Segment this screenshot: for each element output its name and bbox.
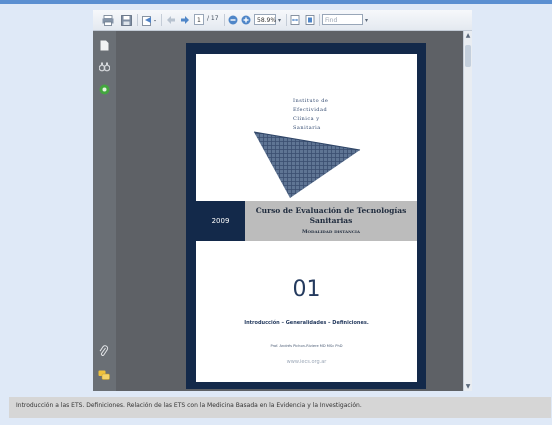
find-input[interactable]: Find bbox=[322, 14, 363, 25]
comments-icon[interactable] bbox=[98, 369, 110, 381]
toolbar-separator bbox=[161, 14, 162, 26]
toolbar-separator bbox=[286, 14, 287, 26]
zoom-dropdown-icon[interactable]: ▾ bbox=[276, 13, 283, 27]
institute-logo-text: Instituto de Efectividad Clínica y Sanit… bbox=[293, 97, 328, 133]
module-number: 01 bbox=[292, 277, 321, 302]
toolbar-separator bbox=[137, 14, 138, 26]
course-title-line: Curso de Evaluación de Tecnologías bbox=[255, 206, 407, 215]
institute-line: Clínica y bbox=[293, 116, 320, 122]
toolbar-separator bbox=[319, 14, 320, 26]
save-icon[interactable] bbox=[119, 13, 133, 27]
course-modality: Modalidad distancia bbox=[302, 229, 360, 235]
page-number-input[interactable]: 1 bbox=[194, 14, 204, 25]
course-title-band: 2009 Curso de Evaluación de Tecnologías … bbox=[196, 201, 417, 241]
caption-text: Introducción a las ETS. Definiciones. Re… bbox=[16, 402, 362, 409]
page-total-label: / 17 bbox=[207, 15, 219, 22]
prev-page-icon[interactable] bbox=[165, 13, 177, 27]
pdf-viewer: 1 / 17 58.9% ▾ Find ▾ Instituto de Efect… bbox=[93, 10, 472, 391]
top-accent-line bbox=[0, 0, 552, 4]
institute-line: Efectividad bbox=[293, 107, 328, 113]
pdf-page: Instituto de Efectividad Clínica y Sanit… bbox=[186, 43, 426, 389]
document-area[interactable]: Instituto de Efectividad Clínica y Sanit… bbox=[116, 31, 463, 391]
course-year: 2009 bbox=[196, 201, 245, 241]
scroll-up-icon[interactable]: ▲ bbox=[464, 31, 472, 40]
institute-logo-fan bbox=[253, 131, 361, 198]
website-link: www.iecs.org.ar bbox=[286, 359, 327, 365]
caption-bar: Introducción a las ETS. Definiciones. Re… bbox=[9, 397, 551, 418]
course-title: Curso de Evaluación de Tecnologías Sanit… bbox=[248, 206, 414, 226]
print-icon[interactable] bbox=[101, 13, 115, 27]
navigation-rail bbox=[93, 31, 116, 391]
zoom-level-field[interactable]: 58.9% bbox=[254, 14, 276, 25]
fit-width-icon[interactable] bbox=[289, 13, 301, 27]
find-dropdown-icon[interactable]: ▾ bbox=[363, 13, 370, 27]
fit-page-icon[interactable] bbox=[304, 13, 316, 27]
paperclip-icon[interactable] bbox=[98, 345, 110, 357]
share-menu-icon[interactable] bbox=[141, 13, 157, 27]
zoom-in-icon[interactable] bbox=[240, 13, 252, 27]
attachments-icon[interactable] bbox=[98, 83, 110, 95]
next-page-icon[interactable] bbox=[179, 13, 191, 27]
pdf-page-content: Instituto de Efectividad Clínica y Sanit… bbox=[196, 54, 417, 382]
pages-icon[interactable] bbox=[98, 39, 110, 51]
scroll-down-icon[interactable]: ▼ bbox=[464, 382, 472, 391]
institute-line: Instituto de bbox=[293, 98, 329, 104]
course-title-line: Sanitarias bbox=[309, 216, 353, 225]
module-topic: Introducción – Generalidades – Definicio… bbox=[244, 320, 369, 326]
bookmarks-icon[interactable] bbox=[98, 61, 110, 73]
scroll-thumb[interactable] bbox=[465, 45, 471, 67]
toolbar-separator bbox=[224, 14, 225, 26]
zoom-out-icon[interactable] bbox=[227, 13, 239, 27]
author-line: Prof. Andrés Pichon-Riviere MD MSc PhD bbox=[270, 344, 343, 348]
viewer-toolbar: 1 / 17 58.9% ▾ Find ▾ bbox=[93, 10, 472, 31]
vertical-scrollbar[interactable]: ▲ ▼ bbox=[463, 31, 472, 391]
